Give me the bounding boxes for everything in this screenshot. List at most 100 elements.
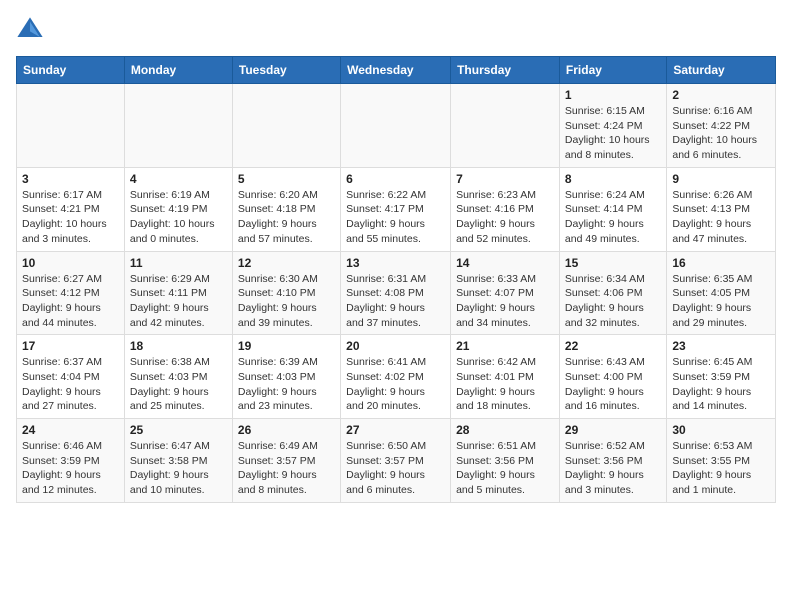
day-number: 12 [238,256,335,270]
weekday-header-wednesday: Wednesday [341,57,451,84]
calendar-cell: 30Sunrise: 6:53 AM Sunset: 3:55 PM Dayli… [667,419,776,503]
day-number: 24 [22,423,119,437]
day-number: 28 [456,423,554,437]
week-row-1: 1 Sunrise: 6:15 AM Sunset: 4:24 PM Daylig… [17,84,776,168]
day-info: Sunrise: 6:38 AM Sunset: 4:03 PM Dayligh… [130,355,227,414]
week-row-4: 17 Sunrise: 6:37 AM Sunset: 4:04 PM Dayli… [17,335,776,419]
day-info: Sunrise: 6:22 AM Sunset: 4:17 PM Dayligh… [346,188,445,247]
calendar-cell: 27 Sunrise: 6:50 AM Sunset: 3:57 PM Dayli… [341,419,451,503]
day-number: 9 [672,172,770,186]
day-info: Sunrise: 6:23 AM Sunset: 4:16 PM Dayligh… [456,188,554,247]
week-row-3: 10 Sunrise: 6:27 AM Sunset: 4:12 PM Dayli… [17,251,776,335]
logo [16,16,48,44]
calendar-cell: 13 Sunrise: 6:31 AM Sunset: 4:08 PM Dayli… [341,251,451,335]
calendar-cell: 26 Sunrise: 6:49 AM Sunset: 3:57 PM Dayli… [232,419,340,503]
calendar-cell: 10 Sunrise: 6:27 AM Sunset: 4:12 PM Dayli… [17,251,125,335]
calendar-cell: 24 Sunrise: 6:46 AM Sunset: 3:59 PM Dayli… [17,419,125,503]
calendar-cell: 18 Sunrise: 6:38 AM Sunset: 4:03 PM Dayli… [124,335,232,419]
day-number: 7 [456,172,554,186]
calendar-cell: 14Sunrise: 6:33 AM Sunset: 4:07 PM Dayli… [451,251,560,335]
day-number: 23 [672,339,770,353]
calendar-cell: 22Sunrise: 6:43 AM Sunset: 4:00 PM Dayli… [559,335,666,419]
day-number: 1 [565,88,661,102]
day-info: Sunrise: 6:52 AM Sunset: 3:56 PM Dayligh… [565,439,661,498]
day-number: 17 [22,339,119,353]
day-number: 16 [672,256,770,270]
calendar: SundayMondayTuesdayWednesdayThursdayFrid… [16,56,776,503]
day-info: Sunrise: 6:34 AM Sunset: 4:06 PM Dayligh… [565,272,661,331]
calendar-cell: 4Sunrise: 6:19 AM Sunset: 4:19 PM Daylig… [124,167,232,251]
day-number: 15 [565,256,661,270]
calendar-cell: 21 Sunrise: 6:42 AM Sunset: 4:01 PM Dayli… [451,335,560,419]
day-info: Sunrise: 6:46 AM Sunset: 3:59 PM Dayligh… [22,439,119,498]
calendar-cell: 15 Sunrise: 6:34 AM Sunset: 4:06 PM Dayli… [559,251,666,335]
day-number: 29 [565,423,661,437]
day-number: 26 [238,423,335,437]
day-number: 27 [346,423,445,437]
day-info: Sunrise: 6:49 AM Sunset: 3:57 PM Dayligh… [238,439,335,498]
day-number: 2 [672,88,770,102]
day-info: Sunrise: 6:16 AM Sunset: 4:22 PM Dayligh… [672,104,770,163]
calendar-cell: 11 Sunrise: 6:29 AM Sunset: 4:11 PM Dayli… [124,251,232,335]
calendar-cell: 6 Sunrise: 6:22 AM Sunset: 4:17 PM Daylig… [341,167,451,251]
day-number: 18 [130,339,227,353]
day-number: 5 [238,172,335,186]
calendar-cell: 1 Sunrise: 6:15 AM Sunset: 4:24 PM Daylig… [559,84,666,168]
calendar-cell [232,84,340,168]
day-number: 20 [346,339,445,353]
day-number: 10 [22,256,119,270]
day-info: Sunrise: 6:45 AM Sunset: 3:59 PM Dayligh… [672,355,770,414]
day-info: Sunrise: 6:50 AM Sunset: 3:57 PM Dayligh… [346,439,445,498]
day-number: 14 [456,256,554,270]
day-info: Sunrise: 6:26 AM Sunset: 4:13 PM Dayligh… [672,188,770,247]
day-info: Sunrise: 6:41 AM Sunset: 4:02 PM Dayligh… [346,355,445,414]
day-info: Sunrise: 6:39 AM Sunset: 4:03 PM Dayligh… [238,355,335,414]
calendar-cell: 20 Sunrise: 6:41 AM Sunset: 4:02 PM Dayli… [341,335,451,419]
calendar-cell: 5Sunrise: 6:20 AM Sunset: 4:18 PM Daylig… [232,167,340,251]
day-info: Sunrise: 6:15 AM Sunset: 4:24 PM Dayligh… [565,104,661,163]
day-number: 19 [238,339,335,353]
calendar-cell: 23 Sunrise: 6:45 AM Sunset: 3:59 PM Dayli… [667,335,776,419]
calendar-cell: 9 Sunrise: 6:26 AM Sunset: 4:13 PM Daylig… [667,167,776,251]
calendar-cell: 12 Sunrise: 6:30 AM Sunset: 4:10 PM Dayli… [232,251,340,335]
day-number: 25 [130,423,227,437]
calendar-cell: 3 Sunrise: 6:17 AM Sunset: 4:21 PM Daylig… [17,167,125,251]
day-number: 4 [130,172,227,186]
week-row-2: 3 Sunrise: 6:17 AM Sunset: 4:21 PM Daylig… [17,167,776,251]
weekday-header-saturday: Saturday [667,57,776,84]
day-number: 3 [22,172,119,186]
calendar-cell: 19 Sunrise: 6:39 AM Sunset: 4:03 PM Dayli… [232,335,340,419]
day-info: Sunrise: 6:35 AM Sunset: 4:05 PM Dayligh… [672,272,770,331]
day-info: Sunrise: 6:29 AM Sunset: 4:11 PM Dayligh… [130,272,227,331]
weekday-header-row: SundayMondayTuesdayWednesdayThursdayFrid… [17,57,776,84]
day-number: 30 [672,423,770,437]
day-number: 13 [346,256,445,270]
day-number: 11 [130,256,227,270]
calendar-cell [124,84,232,168]
day-info: Sunrise: 6:31 AM Sunset: 4:08 PM Dayligh… [346,272,445,331]
day-number: 6 [346,172,445,186]
day-info: Sunrise: 6:42 AM Sunset: 4:01 PM Dayligh… [456,355,554,414]
day-info: Sunrise: 6:24 AM Sunset: 4:14 PM Dayligh… [565,188,661,247]
calendar-cell: 17 Sunrise: 6:37 AM Sunset: 4:04 PM Dayli… [17,335,125,419]
weekday-header-monday: Monday [124,57,232,84]
day-info: Sunrise: 6:17 AM Sunset: 4:21 PM Dayligh… [22,188,119,247]
calendar-cell: 25Sunrise: 6:47 AM Sunset: 3:58 PM Dayli… [124,419,232,503]
weekday-header-thursday: Thursday [451,57,560,84]
day-number: 22 [565,339,661,353]
logo-icon [16,16,44,44]
weekday-header-sunday: Sunday [17,57,125,84]
weekday-header-friday: Friday [559,57,666,84]
day-number: 8 [565,172,661,186]
calendar-cell: 7 Sunrise: 6:23 AM Sunset: 4:16 PM Daylig… [451,167,560,251]
week-row-5: 24 Sunrise: 6:46 AM Sunset: 3:59 PM Dayli… [17,419,776,503]
calendar-cell: 8 Sunrise: 6:24 AM Sunset: 4:14 PM Daylig… [559,167,666,251]
day-info: Sunrise: 6:37 AM Sunset: 4:04 PM Dayligh… [22,355,119,414]
day-info: Sunrise: 6:27 AM Sunset: 4:12 PM Dayligh… [22,272,119,331]
day-info: Sunrise: 6:51 AM Sunset: 3:56 PM Dayligh… [456,439,554,498]
page-header [16,16,776,44]
calendar-cell: 16 Sunrise: 6:35 AM Sunset: 4:05 PM Dayli… [667,251,776,335]
day-info: Sunrise: 6:30 AM Sunset: 4:10 PM Dayligh… [238,272,335,331]
calendar-cell: 29 Sunrise: 6:52 AM Sunset: 3:56 PM Dayli… [559,419,666,503]
day-number: 21 [456,339,554,353]
